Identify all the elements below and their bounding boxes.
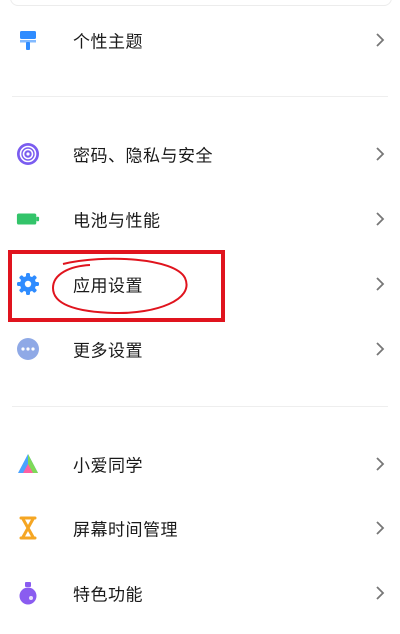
flask-icon: [16, 581, 40, 605]
settings-item-label: 个性主题: [73, 32, 143, 53]
section-divider: [12, 406, 388, 407]
xiaoai-icon: [16, 452, 40, 476]
section-divider: [12, 96, 388, 97]
settings-item-personal-theme[interactable]: 个性主题: [0, 12, 400, 68]
settings-item-special-features[interactable]: 特色功能: [0, 565, 400, 621]
settings-item-label: 特色功能: [73, 585, 143, 606]
settings-item-label: 更多设置: [73, 341, 143, 362]
chevron-right-icon: [376, 342, 385, 356]
more-dots-icon: [16, 337, 40, 361]
chevron-right-icon: [376, 212, 385, 226]
settings-item-battery-performance[interactable]: 电池与性能: [0, 191, 400, 247]
gear-icon: [16, 272, 40, 296]
settings-item-app-settings[interactable]: 应用设置: [0, 256, 400, 312]
settings-item-more-settings[interactable]: 更多设置: [0, 321, 400, 377]
fingerprint-icon: [16, 142, 40, 166]
settings-item-label: 密码、隐私与安全: [73, 146, 213, 167]
battery-icon: [16, 207, 40, 231]
hourglass-icon: [16, 516, 40, 540]
settings-item-screen-time[interactable]: 屏幕时间管理: [0, 500, 400, 556]
previous-card-edge: [10, 0, 392, 6]
settings-item-label: 屏幕时间管理: [73, 520, 178, 541]
settings-item-password-privacy-security[interactable]: 密码、隐私与安全: [0, 126, 400, 182]
chevron-right-icon: [376, 33, 385, 47]
settings-item-label: 应用设置: [73, 276, 143, 297]
chevron-right-icon: [376, 586, 385, 600]
chevron-right-icon: [376, 277, 385, 291]
settings-item-xiaoai[interactable]: 小爱同学: [0, 436, 400, 492]
chevron-right-icon: [376, 457, 385, 471]
settings-item-label: 电池与性能: [73, 211, 161, 232]
chevron-right-icon: [376, 521, 385, 535]
paint-roller-icon: [16, 28, 40, 52]
chevron-right-icon: [376, 147, 385, 161]
settings-item-label: 小爱同学: [73, 456, 143, 477]
